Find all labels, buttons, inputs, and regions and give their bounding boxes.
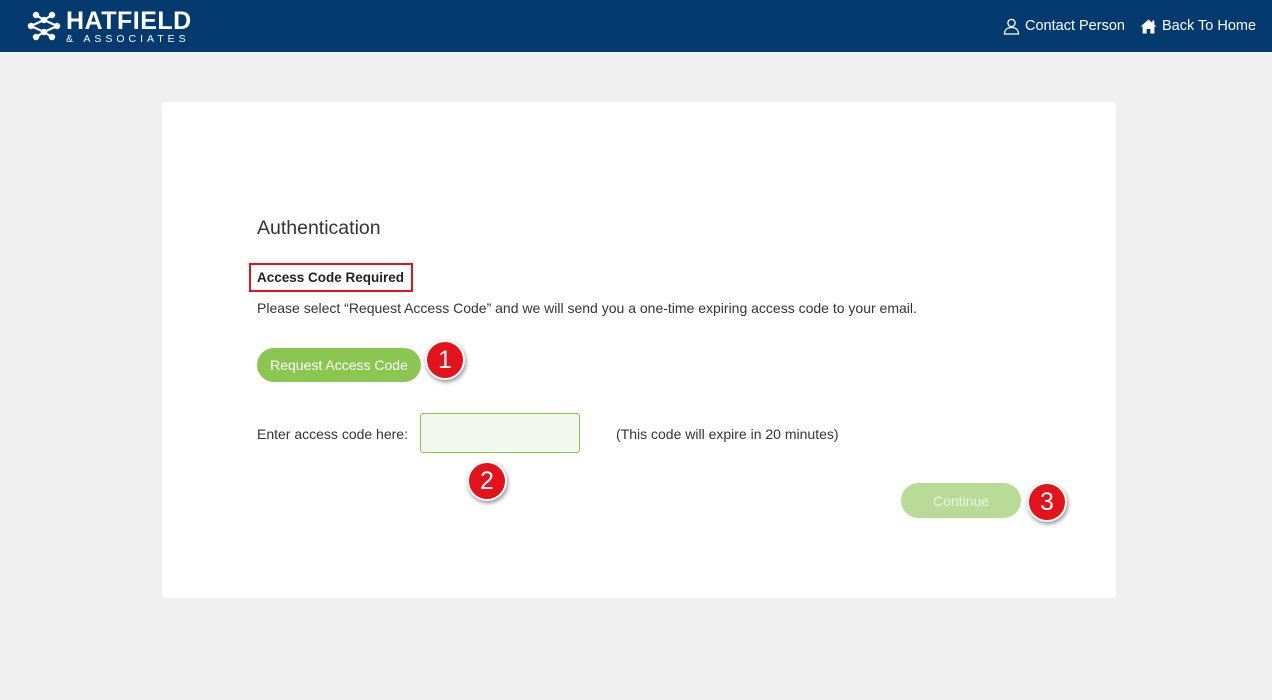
access-code-field-label: Enter access code here:: [257, 426, 408, 442]
instructions-text: Please select “Request Access Code” and …: [257, 300, 917, 316]
top-navigation-bar: HATFIELD & ASSOCIATES Contact Person Bac…: [0, 0, 1272, 52]
contact-person-label: Contact Person: [1025, 18, 1125, 34]
home-icon: [1140, 19, 1157, 33]
step-callout-3: 3: [1027, 482, 1067, 522]
step-callout-1: 1: [425, 340, 465, 380]
expiration-note: (This code will expire in 20 minutes): [616, 426, 839, 442]
request-access-code-button[interactable]: Request Access Code: [257, 348, 421, 382]
back-to-home-label: Back To Home: [1162, 18, 1257, 34]
logo-subtitle: & ASSOCIATES: [66, 33, 190, 45]
continue-button[interactable]: Continue: [901, 483, 1021, 518]
back-to-home-link[interactable]: Back To Home: [1140, 0, 1256, 52]
hatfield-logo-icon: [27, 11, 61, 41]
authentication-card: Authentication Access Code Required Plea…: [162, 102, 1116, 598]
access-code-input[interactable]: [420, 413, 580, 453]
user-icon: [1003, 18, 1020, 35]
access-code-required-label: Access Code Required: [257, 270, 405, 285]
contact-person-link[interactable]: Contact Person: [1003, 0, 1125, 52]
logo-name: HATFIELD: [66, 7, 192, 35]
step-callout-2: 2: [467, 461, 507, 501]
page-title: Authentication: [257, 217, 381, 239]
hatfield-logo[interactable]: HATFIELD & ASSOCIATES: [26, 7, 206, 45]
